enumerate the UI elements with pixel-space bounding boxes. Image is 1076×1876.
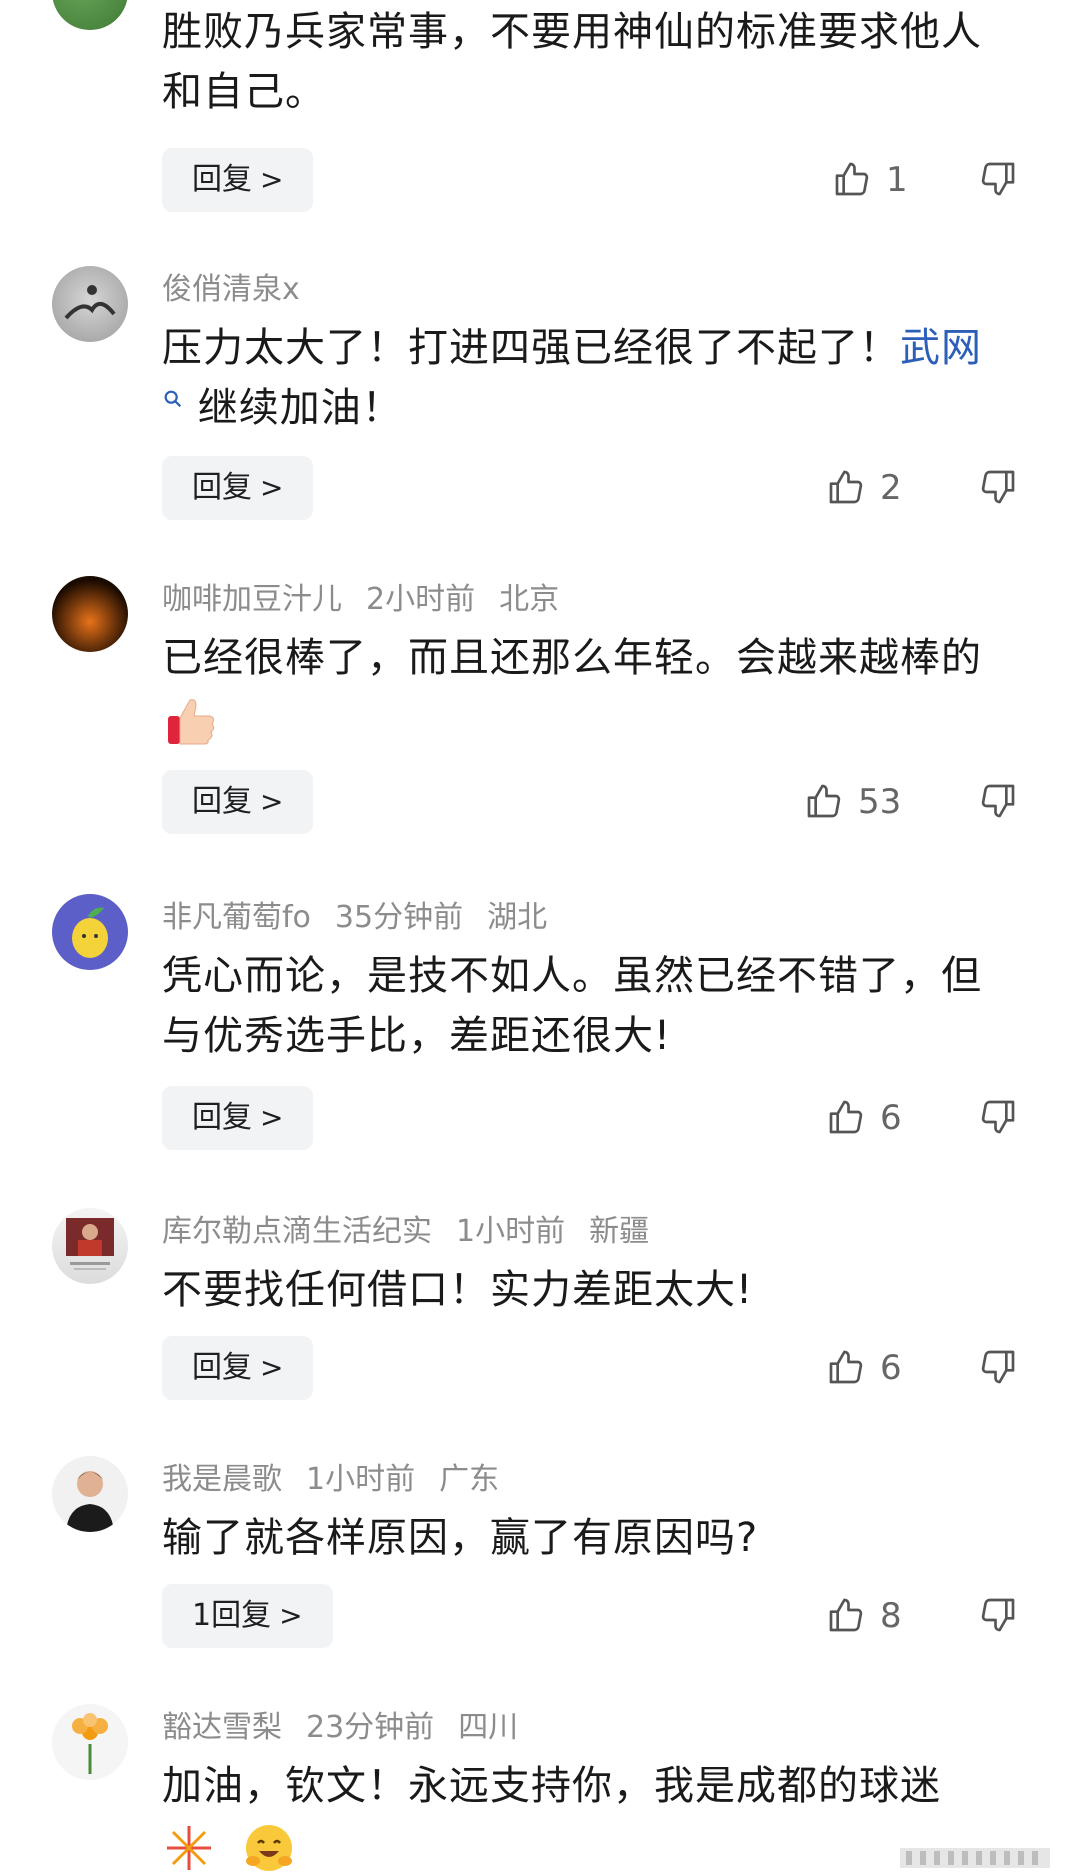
like-count: 8	[880, 1596, 902, 1636]
thumbs-down-icon	[981, 1350, 1015, 1384]
chevron-right-icon: >	[260, 1351, 284, 1384]
like-button[interactable]: 1	[832, 148, 908, 212]
comment-text: 压力太大了！打进四强已经很了不起了！武网 继续加油！	[162, 318, 1002, 438]
comment-time: 2小时前	[366, 582, 476, 617]
chevron-right-icon: >	[279, 1599, 303, 1632]
avatar[interactable]	[52, 1456, 128, 1532]
hugging-face-emoji-icon	[245, 1825, 292, 1871]
reply-label: 回复	[192, 1100, 252, 1135]
like-button[interactable]: 2	[826, 456, 902, 520]
like-button[interactable]: 6	[826, 1336, 902, 1400]
comment-text-part: 已经很棒了，而且还那么年轻。会越来越棒的	[162, 635, 982, 681]
avatar[interactable]	[52, 1208, 128, 1284]
username[interactable]: 库尔勒点滴生活纪实	[162, 1214, 432, 1249]
comment-text: 胜败乃兵家常事，不要用神仙的标准要求他人和自己。	[162, 9, 982, 115]
lemon-avatar-icon	[72, 907, 108, 958]
thumbs-down-icon	[981, 1598, 1015, 1632]
username[interactable]: 我是晨歌	[162, 1462, 282, 1497]
like-button[interactable]: 8	[826, 1584, 902, 1648]
comment-meta: 我是晨歌 1小时前 广东	[162, 1460, 523, 1500]
like-button[interactable]: 53	[804, 770, 901, 834]
comment-text: 不要找任何借口！实力差距太大!	[162, 1267, 754, 1313]
reply-label: 回复	[192, 470, 252, 505]
watermark-bars-icon	[900, 1848, 1050, 1868]
dislike-button[interactable]	[978, 770, 1020, 834]
comment-location: 新疆	[589, 1214, 650, 1249]
reply-label: 回复	[192, 784, 252, 819]
comment-meta: 俊俏清泉x	[162, 270, 324, 310]
avatar-image-icon	[64, 285, 116, 320]
avatar-image-icon	[66, 1218, 114, 1270]
comment-location: 广东	[439, 1462, 500, 1497]
comment-meta: 库尔勒点滴生活纪实 1小时前 新疆	[162, 1212, 673, 1252]
comment-meta: 非凡葡萄fo 35分钟前 湖北	[162, 898, 571, 938]
avatar[interactable]	[52, 894, 128, 970]
username[interactable]: 非凡葡萄fo	[162, 900, 311, 935]
reply-button[interactable]: 回复 >	[162, 1336, 314, 1400]
like-count: 2	[880, 468, 902, 508]
thumbs-up-icon	[829, 1100, 863, 1133]
flower-avatar-icon	[72, 1713, 108, 1774]
comment-time: 1小时前	[306, 1462, 416, 1497]
comment-time: 23分钟前	[306, 1710, 435, 1745]
reply-label: 回复	[192, 162, 252, 197]
thumbs-up-icon	[829, 1350, 863, 1383]
comment-meta: 豁达雪梨 23分钟前 四川	[162, 1708, 542, 1748]
chevron-right-icon: >	[260, 163, 284, 196]
dislike-button[interactable]	[978, 456, 1020, 520]
chevron-right-icon: >	[260, 471, 284, 504]
avatar[interactable]	[52, 1704, 128, 1780]
comment-text: 加油，钦文！永远支持你，我是成都的球迷	[162, 1756, 1002, 1876]
comment-meta: 咖啡加豆汁儿 2小时前 北京	[162, 580, 583, 620]
dislike-button[interactable]	[978, 1336, 1020, 1400]
reply-button[interactable]: 1回复 >	[162, 1584, 333, 1648]
comment-text-part: 继续加油！	[197, 385, 403, 431]
dislike-button[interactable]	[978, 148, 1020, 212]
comment-location: 北京	[499, 582, 560, 617]
search-icon	[164, 390, 182, 408]
thumbs-up-emoji-icon	[168, 699, 215, 745]
like-count: 1	[886, 160, 908, 200]
thumbs-up-icon	[829, 470, 863, 503]
like-button[interactable]: 6	[826, 1086, 902, 1150]
avatar[interactable]	[52, 266, 128, 342]
search-link[interactable]: 武网	[900, 325, 982, 371]
reply-button[interactable]: 回复 >	[162, 1086, 314, 1150]
reply-button[interactable]: 回复 >	[162, 770, 314, 834]
like-count: 6	[880, 1098, 902, 1138]
chevron-right-icon: >	[260, 785, 284, 818]
reply-button[interactable]: 回复 >	[162, 148, 314, 212]
avatar-image-icon	[66, 1471, 114, 1532]
thumbs-down-icon	[981, 1100, 1015, 1134]
avatar[interactable]	[52, 0, 128, 30]
chevron-right-icon: >	[260, 1101, 284, 1134]
comment-text: 输了就各样原因，赢了有原因吗?	[162, 1515, 759, 1561]
thumbs-up-icon	[829, 1598, 863, 1631]
like-count: 53	[858, 782, 902, 822]
fireworks-emoji-icon	[167, 1826, 211, 1870]
thumbs-down-icon	[981, 470, 1015, 504]
comment-text: 已经很棒了，而且还那么年轻。会越来越棒的	[162, 628, 1002, 748]
comment-location: 湖北	[487, 900, 548, 935]
username[interactable]: 豁达雪梨	[162, 1710, 282, 1745]
comment-time: 1小时前	[456, 1214, 566, 1249]
thumbs-down-icon	[981, 784, 1015, 818]
reply-button[interactable]: 回复 >	[162, 456, 314, 520]
username[interactable]: 咖啡加豆汁儿	[162, 582, 342, 617]
thumbs-down-icon	[981, 162, 1015, 196]
dislike-button[interactable]	[978, 1086, 1020, 1150]
avatar[interactable]	[52, 576, 128, 652]
like-count: 6	[880, 1348, 902, 1388]
comment-text: 凭心而论，是技不如人。虽然已经不错了，但与优秀选手比，差距还很大!	[162, 953, 982, 1059]
thumbs-up-icon	[835, 162, 869, 195]
reply-label: 1回复	[192, 1598, 272, 1633]
username[interactable]: 俊俏清泉x	[162, 272, 300, 307]
comment-location: 四川	[458, 1710, 519, 1745]
comment-time: 35分钟前	[334, 900, 464, 935]
thumbs-up-icon	[807, 784, 841, 817]
dislike-button[interactable]	[978, 1584, 1020, 1648]
reply-label: 回复	[192, 1350, 252, 1385]
comment-text-part: 压力太大了！打进四强已经很了不起了！	[162, 325, 900, 371]
comment-text-part: 加油，钦文！永远支持你，我是成都的球迷	[162, 1763, 941, 1809]
